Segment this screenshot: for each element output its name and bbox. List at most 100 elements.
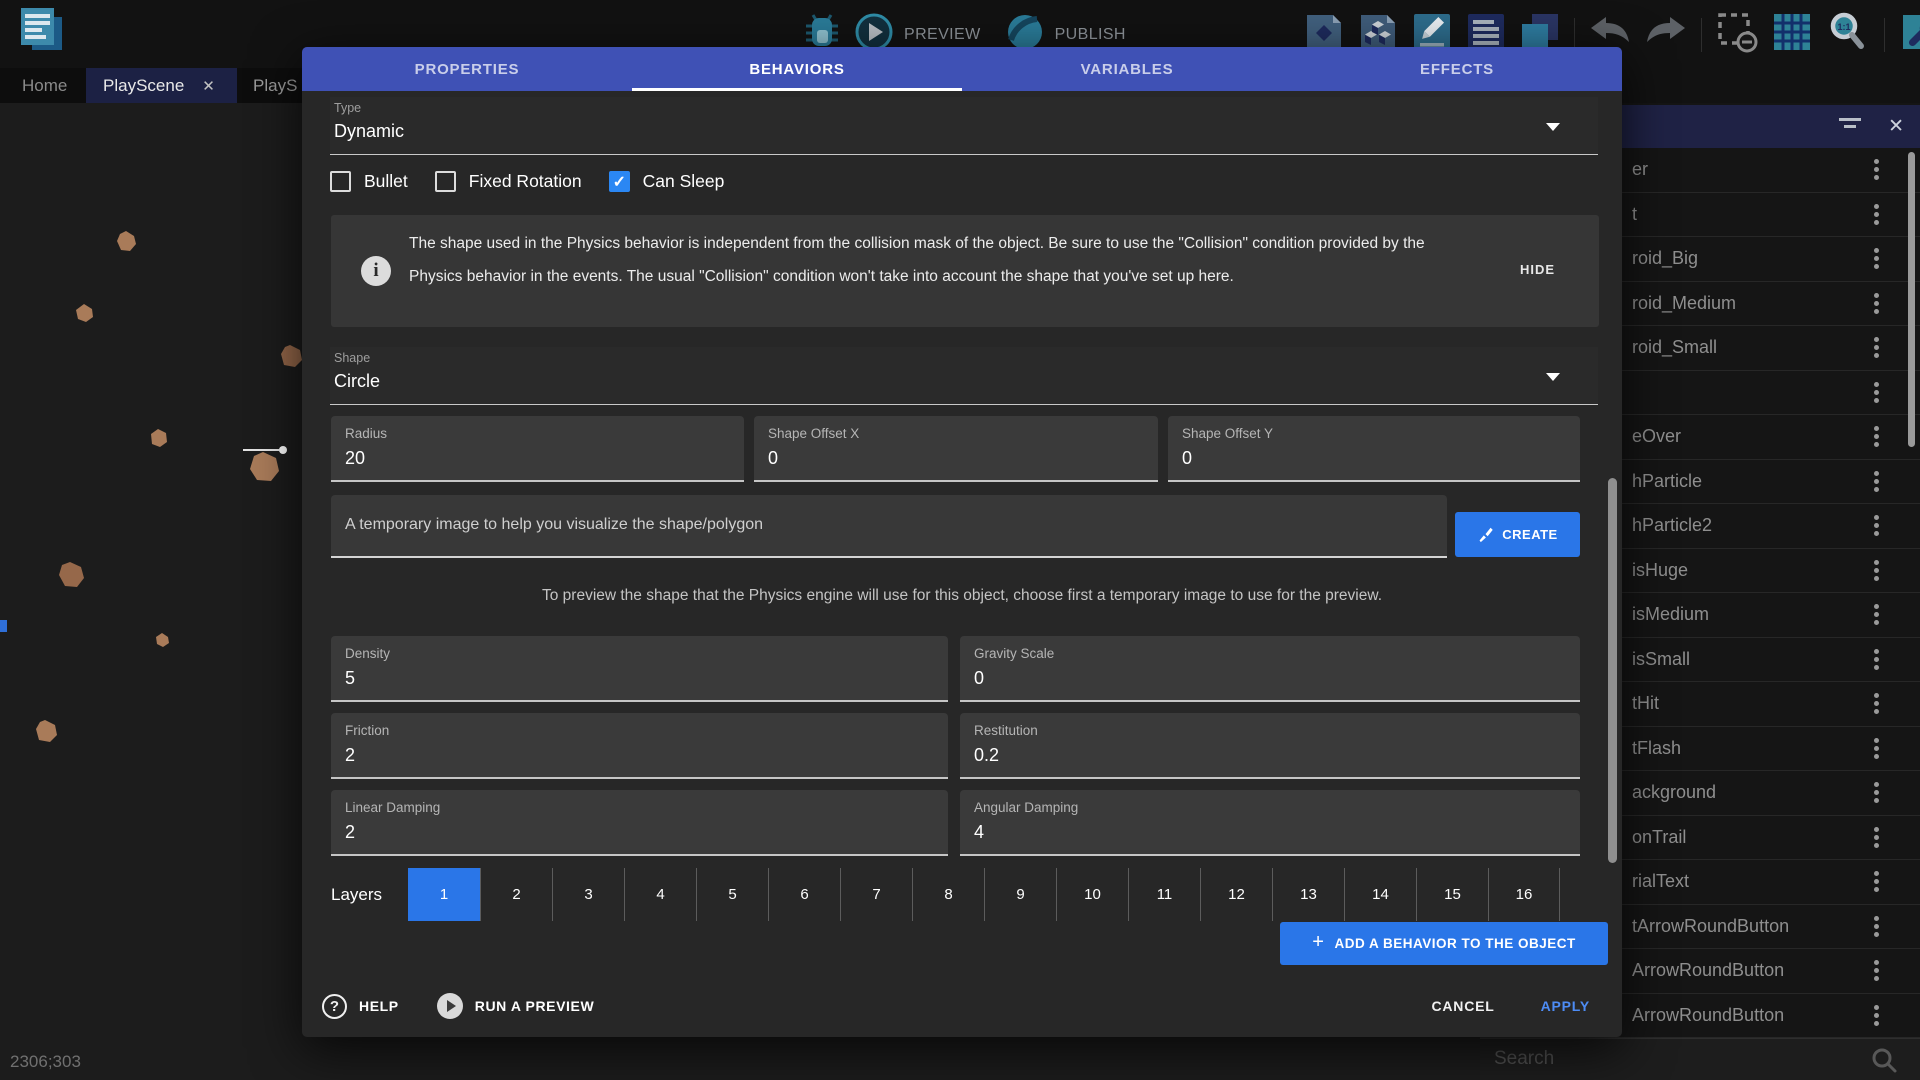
more-options-icon[interactable] xyxy=(1874,245,1880,272)
radius-field[interactable]: Radius 20 xyxy=(331,416,744,482)
tab-playscene-events[interactable]: PlayS xyxy=(253,68,297,103)
more-options-icon[interactable] xyxy=(1874,512,1880,539)
redo-icon[interactable] xyxy=(1645,16,1687,53)
more-options-icon[interactable] xyxy=(1874,379,1880,406)
more-options-icon[interactable] xyxy=(1874,201,1880,228)
dialog-scrollbar[interactable] xyxy=(1608,478,1617,863)
more-options-icon[interactable] xyxy=(1874,646,1880,673)
run-preview-icon[interactable] xyxy=(437,993,463,1019)
more-options-icon[interactable] xyxy=(1874,868,1880,895)
layer-button[interactable]: 16 xyxy=(1488,868,1560,921)
more-options-icon[interactable] xyxy=(1874,290,1880,317)
layer-button[interactable]: 2 xyxy=(480,868,552,921)
density-field[interactable]: Density 5 xyxy=(331,636,948,702)
filter-icon[interactable] xyxy=(1838,114,1862,139)
layer-button[interactable]: 9 xyxy=(984,868,1056,921)
field-value[interactable]: 2 xyxy=(345,745,355,766)
layer-number: 6 xyxy=(800,886,808,903)
field-label: Density xyxy=(345,646,390,661)
apply-button[interactable]: APPLY xyxy=(1541,998,1590,1014)
field-value[interactable]: 2 xyxy=(345,822,355,843)
close-panel-icon[interactable]: ✕ xyxy=(1888,115,1904,138)
run-preview-button[interactable]: RUN A PREVIEW xyxy=(475,998,595,1014)
more-options-icon[interactable] xyxy=(1874,957,1880,984)
more-options-icon[interactable] xyxy=(1874,334,1880,361)
tools-wrench-icon[interactable] xyxy=(1899,11,1920,58)
project-manager-icon[interactable] xyxy=(14,4,70,63)
more-options-icon[interactable] xyxy=(1874,824,1880,851)
layer-button[interactable]: 14 xyxy=(1344,868,1416,921)
shape-select[interactable]: Shape Circle xyxy=(330,347,1598,405)
grid-icon[interactable] xyxy=(1772,12,1812,57)
layer-button[interactable]: 10 xyxy=(1056,868,1128,921)
checkbox-icon[interactable] xyxy=(435,171,456,192)
layer-button[interactable]: 15 xyxy=(1416,868,1488,921)
deselect-icon[interactable] xyxy=(1716,11,1758,58)
more-options-icon[interactable] xyxy=(1874,156,1880,183)
publish-button[interactable]: PUBLISH xyxy=(1055,26,1126,44)
layer-button[interactable]: 12 xyxy=(1200,868,1272,921)
dialog-tab[interactable]: BEHAVIORS xyxy=(632,47,962,91)
more-options-icon[interactable] xyxy=(1874,468,1880,495)
layer-button[interactable]: 1 xyxy=(408,868,480,921)
hide-button[interactable]: HIDE xyxy=(1520,262,1555,277)
selection-handle xyxy=(279,446,287,454)
layer-button[interactable]: 7 xyxy=(840,868,912,921)
physics-checkbox[interactable]: Can Sleep xyxy=(609,171,725,192)
physics-checkbox[interactable]: Fixed Rotation xyxy=(435,171,582,192)
tab-playscene[interactable]: PlayScene ✕ xyxy=(86,68,237,103)
angular-damping-field[interactable]: Angular Damping 4 xyxy=(960,790,1580,856)
layer-button[interactable]: 8 xyxy=(912,868,984,921)
more-options-icon[interactable] xyxy=(1874,690,1880,717)
close-tab-icon[interactable]: ✕ xyxy=(202,77,215,95)
dialog-tab[interactable]: PROPERTIES xyxy=(302,47,632,91)
objects-search-bar[interactable]: Search xyxy=(1480,1038,1920,1080)
shape-value: Circle xyxy=(334,371,380,392)
preview-button[interactable]: PREVIEW xyxy=(904,26,981,44)
linear-damping-field[interactable]: Linear Damping 2 xyxy=(331,790,948,856)
physics-checkbox[interactable]: Bullet xyxy=(330,171,408,192)
shape-offset-x-field[interactable]: Shape Offset X 0 xyxy=(754,416,1158,482)
checkbox-icon[interactable] xyxy=(609,171,630,192)
field-value[interactable]: 0 xyxy=(1182,448,1192,469)
more-options-icon[interactable] xyxy=(1874,1002,1880,1029)
add-behavior-button[interactable]: + ADD A BEHAVIOR TO THE OBJECT xyxy=(1280,922,1608,965)
temp-image-field[interactable]: A temporary image to help you visualize … xyxy=(331,495,1447,558)
shape-offset-y-field[interactable]: Shape Offset Y 0 xyxy=(1168,416,1580,482)
more-options-icon[interactable] xyxy=(1874,601,1880,628)
dialog-tab[interactable]: VARIABLES xyxy=(962,47,1292,91)
cancel-button[interactable]: CANCEL xyxy=(1431,998,1494,1014)
zoom-original-icon[interactable]: 1:1 xyxy=(1826,10,1870,59)
layer-button[interactable]: 6 xyxy=(768,868,840,921)
field-value[interactable]: 0 xyxy=(768,448,778,469)
restitution-field[interactable]: Restitution 0.2 xyxy=(960,713,1580,779)
more-options-icon[interactable] xyxy=(1874,913,1880,940)
layer-button[interactable]: 11 xyxy=(1128,868,1200,921)
layer-button[interactable]: 3 xyxy=(552,868,624,921)
more-options-icon[interactable] xyxy=(1874,735,1880,762)
search-input[interactable]: Search xyxy=(1494,1048,1554,1070)
more-options-icon[interactable] xyxy=(1874,779,1880,806)
field-value[interactable]: 0 xyxy=(974,668,984,689)
preview-hint: To preview the shape that the Physics en… xyxy=(302,587,1622,605)
layer-button[interactable]: 4 xyxy=(624,868,696,921)
tab-home[interactable]: Home xyxy=(14,68,75,103)
type-select[interactable]: Type Dynamic xyxy=(330,97,1598,155)
field-value[interactable]: 20 xyxy=(345,448,365,469)
create-button[interactable]: CREATE xyxy=(1455,512,1580,557)
friction-field[interactable]: Friction 2 xyxy=(331,713,948,779)
help-icon[interactable]: ? xyxy=(322,994,347,1019)
checkbox-icon[interactable] xyxy=(330,171,351,192)
layer-number: 3 xyxy=(584,886,592,903)
layer-button[interactable]: 13 xyxy=(1272,868,1344,921)
dialog-tab[interactable]: EFFECTS xyxy=(1292,47,1622,91)
more-options-icon[interactable] xyxy=(1874,557,1880,584)
panel-scrollbar[interactable] xyxy=(1908,152,1915,447)
gravity-scale-field[interactable]: Gravity Scale 0 xyxy=(960,636,1580,702)
field-value[interactable]: 4 xyxy=(974,822,984,843)
more-options-icon[interactable] xyxy=(1874,423,1880,450)
layer-button[interactable]: 5 xyxy=(696,868,768,921)
field-value[interactable]: 0.2 xyxy=(974,745,999,766)
field-value[interactable]: 5 xyxy=(345,668,355,689)
help-button[interactable]: HELP xyxy=(359,998,399,1014)
